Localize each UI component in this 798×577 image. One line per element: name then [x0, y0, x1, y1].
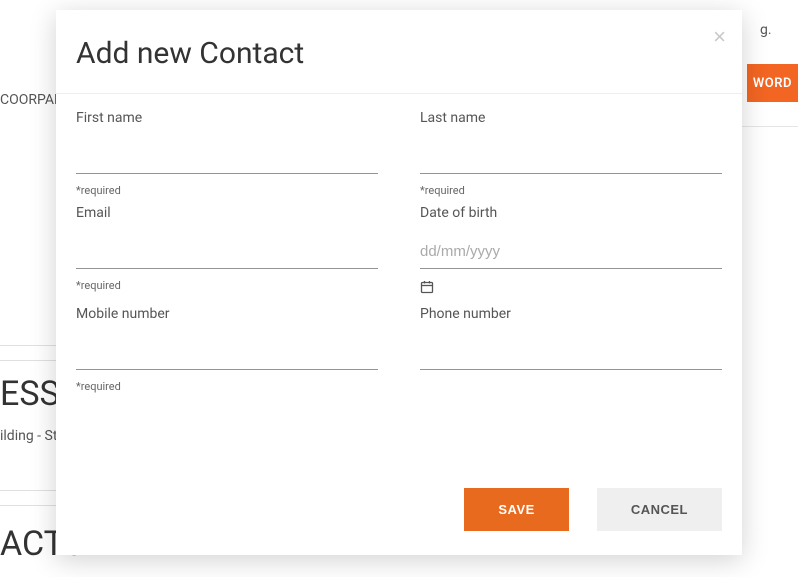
mobile-input[interactable] — [76, 330, 378, 370]
cancel-button[interactable]: CANCEL — [597, 488, 722, 531]
modal-body: First name *required Last name *required… — [56, 94, 742, 470]
mobile-label: Mobile number — [76, 306, 378, 322]
first-name-input[interactable] — [76, 134, 378, 174]
last-name-field-group: Last name *required — [420, 110, 722, 197]
dob-field-group: Date of birth — [420, 205, 722, 298]
phone-input[interactable] — [420, 330, 722, 370]
dob-input[interactable] — [420, 229, 722, 269]
first-name-field-group: First name *required — [76, 110, 378, 197]
email-input[interactable] — [76, 229, 378, 269]
bg-text-ilding: ilding - St — [0, 428, 57, 444]
bg-text-fragment: g. — [760, 22, 772, 38]
calendar-icon[interactable] — [420, 279, 434, 298]
add-contact-modal: Add new Contact × First name *required L… — [56, 10, 742, 555]
first-name-hint: *required — [76, 184, 378, 197]
bg-orange-button-fragment[interactable]: WORD — [747, 64, 798, 102]
close-icon[interactable]: × — [713, 26, 726, 48]
last-name-input[interactable] — [420, 134, 722, 174]
mobile-field-group: Mobile number *required — [76, 306, 378, 393]
mobile-hint: *required — [76, 380, 378, 393]
modal-header: Add new Contact × — [56, 10, 742, 94]
save-button[interactable]: SAVE — [464, 488, 568, 531]
modal-title: Add new Contact — [76, 36, 722, 71]
email-hint: *required — [76, 279, 378, 292]
bg-divider — [0, 505, 56, 506]
bg-text-coorpar: COORPAR — [0, 92, 63, 108]
bg-heading-fragment-ess: ESS — [0, 374, 60, 414]
bg-divider — [0, 345, 56, 346]
phone-label: Phone number — [420, 306, 722, 322]
last-name-label: Last name — [420, 110, 722, 126]
phone-field-group: Phone number — [420, 306, 722, 393]
email-field-group: Email *required — [76, 205, 378, 298]
email-label: Email — [76, 205, 378, 221]
last-name-hint: *required — [420, 184, 722, 197]
modal-footer: SAVE CANCEL — [56, 470, 742, 555]
bg-divider — [0, 490, 56, 491]
dob-label: Date of birth — [420, 205, 722, 221]
bg-divider — [0, 360, 56, 361]
first-name-label: First name — [76, 110, 378, 126]
